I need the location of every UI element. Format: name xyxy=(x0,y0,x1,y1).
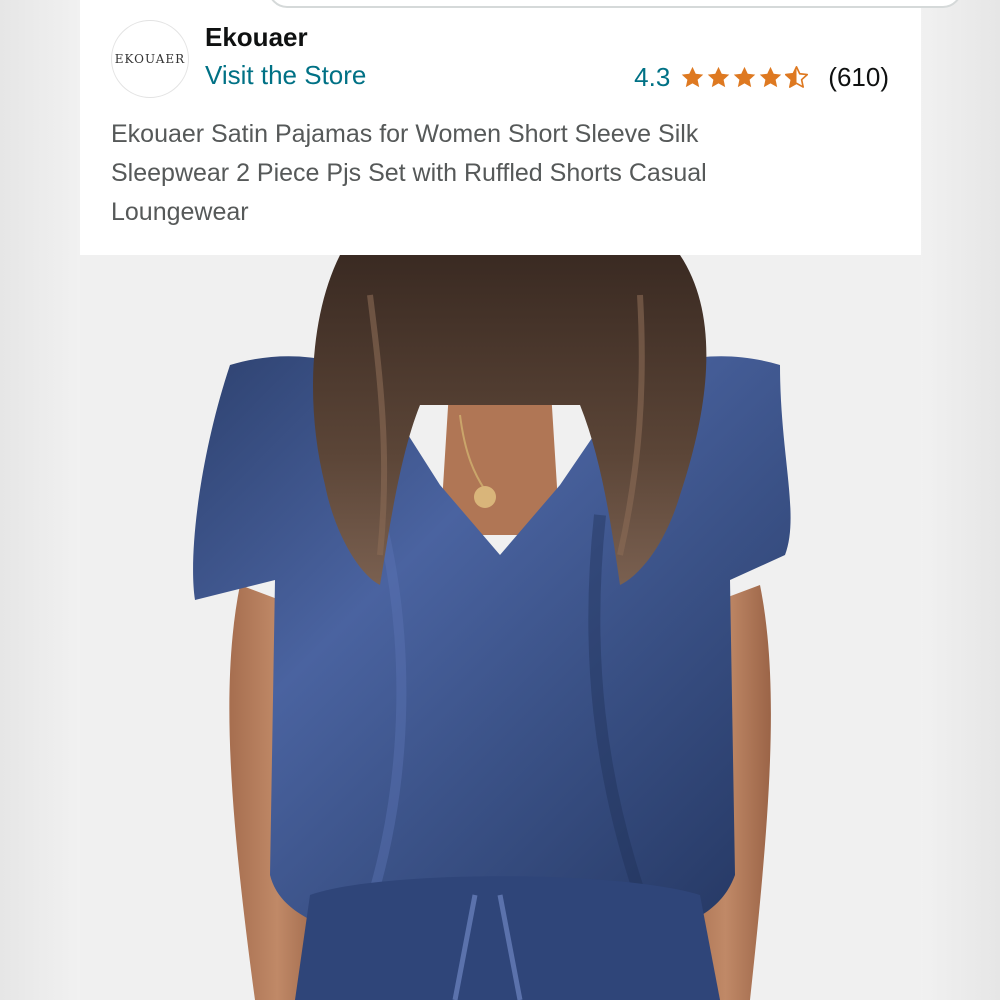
brand-logo[interactable]: EKOUAER xyxy=(111,20,189,98)
product-title: Ekouaer Satin Pajamas for Women Short Sl… xyxy=(111,120,707,226)
visit-store-link[interactable]: Visit the Store xyxy=(205,60,366,91)
product-page: EKOUAER Ekouaer Visit the Store 4.3 (610… xyxy=(0,0,1000,1000)
star-rating xyxy=(680,65,810,90)
product-photo-illustration xyxy=(193,255,791,1000)
search-bar[interactable] xyxy=(268,0,962,8)
star-icon xyxy=(734,66,756,87)
star-icon xyxy=(682,66,704,87)
rating-value: 4.3 xyxy=(634,61,671,92)
half-star-icon xyxy=(785,65,809,88)
brand-logo-text: EKOUAER xyxy=(114,52,186,66)
star-icon xyxy=(760,66,782,87)
review-count: (610) xyxy=(828,61,889,92)
product-header-card: EKOUAER Ekouaer Visit the Store 4.3 (610… xyxy=(80,0,962,255)
star-icon xyxy=(708,66,730,87)
brand-name[interactable]: Ekouaer xyxy=(205,22,308,53)
product-image[interactable] xyxy=(80,255,921,1000)
rating-summary[interactable]: 4.3 (610) xyxy=(634,60,889,94)
